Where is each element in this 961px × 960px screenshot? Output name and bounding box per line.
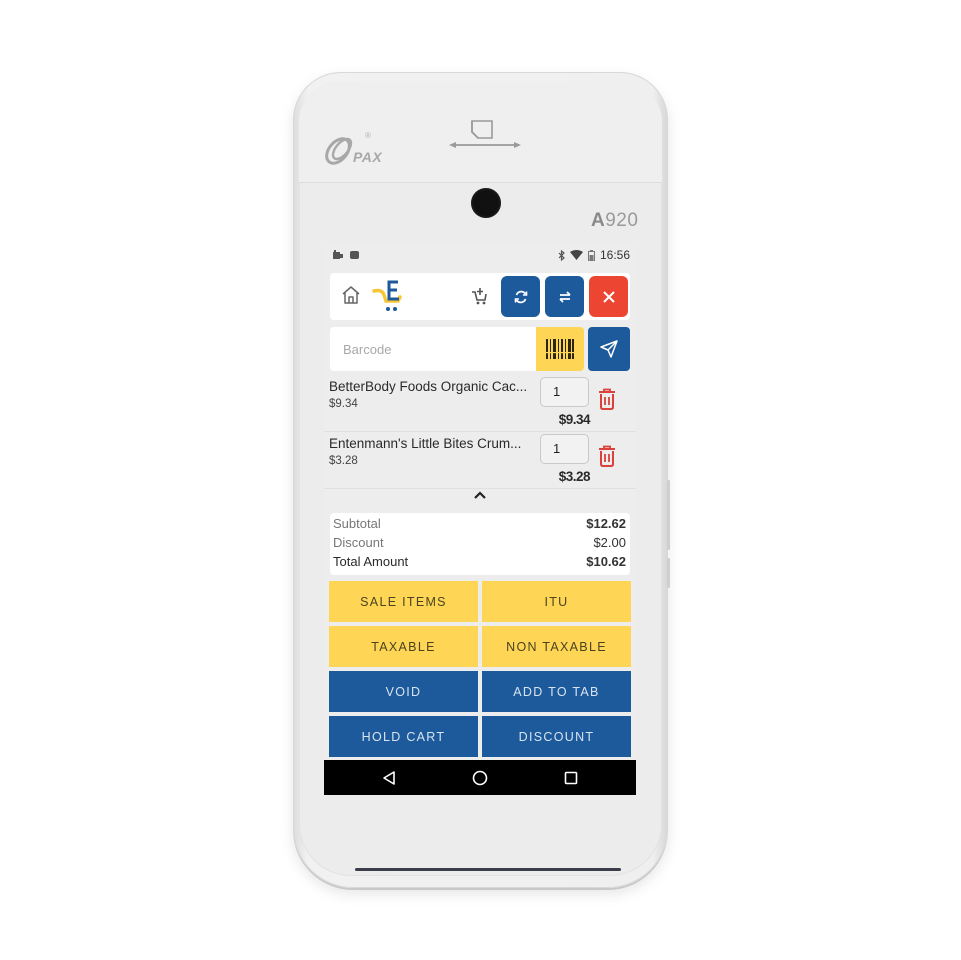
- model-label: A920: [591, 210, 639, 231]
- barcode-input[interactable]: [330, 327, 536, 371]
- android-nav-bar: [324, 760, 636, 795]
- home-button[interactable]: [341, 285, 363, 307]
- quantity-input[interactable]: 1: [540, 434, 589, 464]
- hold-cart-button[interactable]: HOLD CART: [329, 716, 478, 757]
- subtotal-label: Subtotal: [333, 516, 381, 531]
- switch-button[interactable]: [545, 276, 584, 317]
- discount-value: $2.00: [593, 535, 626, 550]
- home-circle-icon: [472, 770, 488, 786]
- cart-e-logo-icon: [372, 280, 402, 311]
- itu-button[interactable]: ITU: [482, 581, 631, 622]
- non-taxable-button[interactable]: NON TAXABLE: [482, 626, 631, 667]
- void-button[interactable]: VOID: [329, 671, 478, 712]
- sale-items-button[interactable]: SALE ITEMS: [329, 581, 478, 622]
- barcode-scan-icon: [546, 339, 574, 359]
- card-swipe-icon: [449, 120, 521, 148]
- totals-panel: Subtotal $12.62 Discount $2.00 Total Amo…: [330, 513, 630, 575]
- send-icon: [600, 340, 618, 358]
- close-icon: [602, 290, 615, 303]
- cart-item[interactable]: BetterBody Foods Organic Cac... $9.34 1 …: [324, 375, 636, 432]
- send-button[interactable]: [588, 327, 630, 371]
- app-logo: [372, 279, 404, 313]
- status-bar: 16:56: [324, 244, 636, 266]
- discount-button[interactable]: DISCOUNT: [482, 716, 631, 757]
- collapse-cart-button[interactable]: [470, 487, 490, 503]
- status-time: 16:56: [599, 248, 630, 262]
- nav-back-button[interactable]: [379, 768, 399, 788]
- trash-icon: [599, 388, 615, 410]
- nav-home-button[interactable]: [470, 768, 490, 788]
- subtotal-value: $12.62: [586, 516, 626, 531]
- camera-lens: [471, 188, 501, 218]
- delete-item-button[interactable]: [598, 388, 616, 415]
- total-amount-label: Total Amount: [333, 554, 409, 569]
- add-to-cart-button[interactable]: [469, 286, 491, 308]
- nav-recents-button[interactable]: [561, 768, 581, 788]
- trash-icon: [599, 445, 615, 467]
- recents-icon: [564, 771, 578, 785]
- item-line-total: $3.28: [558, 469, 591, 484]
- item-name: Entenmann's Little Bites Crum...: [329, 436, 522, 451]
- item-line-total: $9.34: [558, 412, 591, 427]
- pax-logo-icon: [325, 137, 353, 165]
- quantity-input[interactable]: 1: [540, 377, 589, 407]
- item-unit-price: $3.28: [329, 455, 358, 467]
- pax-logo: ® PAX: [323, 131, 403, 168]
- speaker-grille: [355, 868, 621, 871]
- barcode-row: [330, 327, 630, 371]
- screen: 16:56 Barcode BetterBody Foods Organic C…: [324, 244, 636, 795]
- side-button: [667, 480, 670, 550]
- side-button: [667, 558, 670, 588]
- cart-add-icon: [472, 288, 487, 305]
- cart-item[interactable]: Entenmann's Little Bites Crum... $3.28 1…: [324, 432, 636, 489]
- home-icon: [342, 286, 360, 304]
- refresh-icon: [514, 290, 527, 303]
- back-icon: [383, 771, 395, 785]
- wifi-icon: [569, 250, 583, 260]
- swap-arrows-icon: [558, 290, 571, 303]
- battery-icon: [587, 249, 595, 261]
- item-unit-price: $9.34: [329, 398, 358, 410]
- notification-app-icon: [333, 250, 343, 259]
- brand-label: PAX: [353, 149, 383, 165]
- close-button[interactable]: [589, 276, 628, 317]
- delete-item-button[interactable]: [598, 445, 616, 472]
- taxable-button[interactable]: TAXABLE: [329, 626, 478, 667]
- total-amount-value: $10.62: [586, 554, 626, 569]
- refresh-button[interactable]: [501, 276, 540, 317]
- item-name: BetterBody Foods Organic Cac...: [329, 379, 528, 394]
- registered-mark: ®: [365, 131, 371, 140]
- chevron-up-icon: [474, 490, 486, 499]
- top-toolbar: [330, 273, 630, 320]
- barcode-scan-button[interactable]: [536, 327, 584, 371]
- discount-label: Discount: [333, 535, 384, 550]
- add-to-tab-button[interactable]: ADD TO TAB: [482, 671, 631, 712]
- bluetooth-icon: [558, 249, 565, 261]
- android-icon: [350, 251, 359, 259]
- device-top-bezel: ® PAX: [299, 82, 662, 183]
